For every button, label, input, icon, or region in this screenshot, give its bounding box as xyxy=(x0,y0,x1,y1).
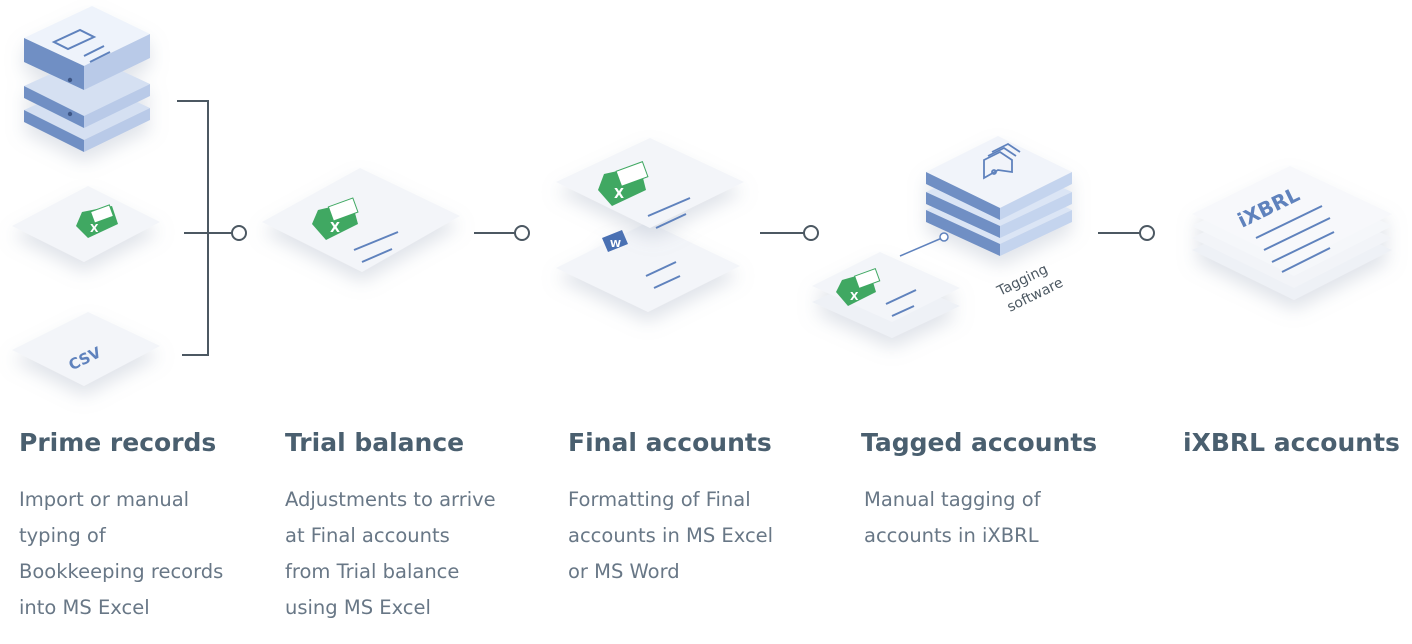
desc-line: accounts in MS Excel xyxy=(568,524,774,547)
excel-file-card-tagged: X xyxy=(812,252,960,338)
excel-x-glyph: X xyxy=(614,187,624,202)
stage-desc-prime-records: Import or manual typing of Bookkeeping r… xyxy=(19,482,223,626)
stage-title-prime-records: Prime records xyxy=(19,428,217,457)
desc-line: Formatting of Final xyxy=(568,488,751,511)
desc-line: at Final accounts xyxy=(285,524,450,547)
word-w-glyph: W xyxy=(610,239,621,250)
stage-title-ixbrl-accounts: iXBRL accounts xyxy=(1183,428,1400,457)
desc-line: Bookkeeping records xyxy=(19,560,224,583)
excel-x-glyph: X xyxy=(90,222,99,235)
workflow-diagram: X CSV X W X Tagging software X iXBRL xyxy=(12,6,1392,386)
stage-title-tagged-accounts: Tagged accounts xyxy=(861,428,1098,457)
excel-file-card: X xyxy=(12,186,160,262)
excel-x-glyph: X xyxy=(850,290,859,303)
stage-desc-trial-balance: Adjustments to arrive at Final accounts … xyxy=(285,482,496,626)
connector-1 xyxy=(474,225,530,241)
desc-line: accounts in iXBRL xyxy=(864,524,1039,547)
desc-line: from Trial balance xyxy=(285,560,460,583)
excel-x-glyph: X xyxy=(330,221,340,236)
desc-line: Manual tagging of xyxy=(864,488,1041,511)
ixbrl-document-stack: iXBRL xyxy=(1192,166,1392,300)
bracket-connector xyxy=(177,100,247,356)
connector-3 xyxy=(1098,225,1155,241)
connector-2 xyxy=(760,225,819,241)
stage-title-final-accounts: Final accounts xyxy=(568,428,772,457)
desc-line: Import or manual xyxy=(19,488,190,511)
stage-desc-final-accounts: Formatting of Final accounts in MS Excel… xyxy=(568,482,773,590)
desc-line: or MS Word xyxy=(568,560,680,583)
word-file-card: W xyxy=(556,222,740,312)
server-stack-icon xyxy=(24,6,150,152)
tag-link-connector xyxy=(899,232,949,257)
desc-line: typing of xyxy=(19,524,106,547)
desc-line: Adjustments to arrive xyxy=(285,488,496,511)
stage-title-trial-balance: Trial balance xyxy=(285,428,465,457)
desc-line: into MS Excel xyxy=(19,596,150,619)
trial-balance-card: X xyxy=(262,168,460,272)
desc-line: using MS Excel xyxy=(285,596,431,619)
csv-file-card: CSV xyxy=(12,312,160,386)
stage-desc-tagged-accounts: Manual tagging of accounts in iXBRL xyxy=(864,482,1041,554)
excel-file-card-final: X xyxy=(556,138,744,229)
